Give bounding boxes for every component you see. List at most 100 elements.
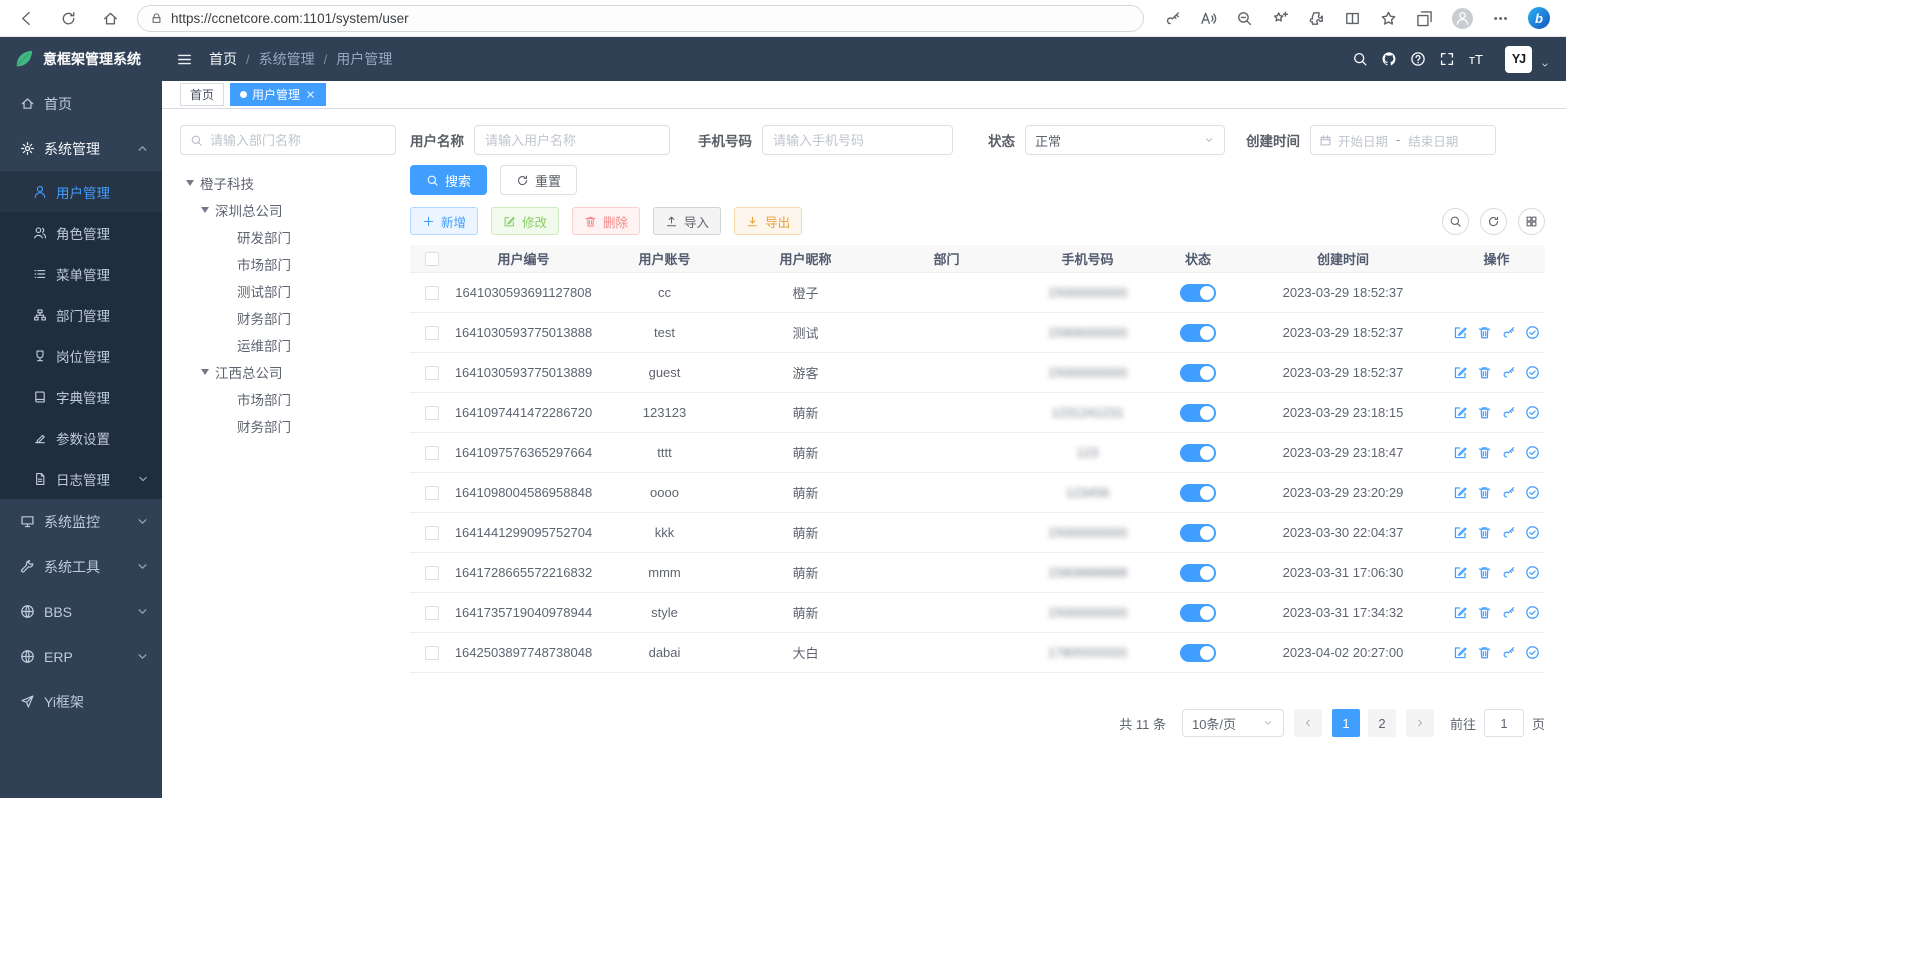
next-page-button[interactable] bbox=[1406, 709, 1434, 737]
assign-role-icon[interactable] bbox=[1525, 365, 1540, 380]
sidebar-subitem-role[interactable]: 角色管理 bbox=[0, 212, 162, 253]
prev-page-button[interactable] bbox=[1294, 709, 1322, 737]
row-checkbox[interactable] bbox=[425, 486, 439, 500]
tree-node-5[interactable]: 财务部门 bbox=[180, 304, 396, 331]
extensions-icon[interactable] bbox=[1308, 10, 1325, 27]
add-favorite-icon[interactable] bbox=[1272, 10, 1289, 27]
refresh-icon[interactable] bbox=[60, 10, 77, 27]
avatar-caret-icon[interactable] bbox=[1540, 60, 1550, 70]
refresh-table-button[interactable] bbox=[1480, 208, 1507, 235]
tree-expand-caret-icon[interactable] bbox=[201, 207, 209, 213]
sidebar-subitem-post[interactable]: 岗位管理 bbox=[0, 335, 162, 376]
breadcrumb-item-1[interactable]: 系统管理 bbox=[259, 49, 315, 69]
delete-button[interactable]: 删除 bbox=[572, 207, 640, 235]
help-icon[interactable] bbox=[1410, 51, 1426, 67]
github-icon[interactable] bbox=[1381, 51, 1397, 67]
status-select[interactable]: 正常 bbox=[1025, 125, 1225, 155]
page-button-1[interactable]: 1 bbox=[1332, 709, 1360, 737]
toggle-search-button[interactable] bbox=[1442, 208, 1469, 235]
password-manager-icon[interactable] bbox=[1164, 10, 1181, 27]
status-toggle[interactable] bbox=[1180, 444, 1216, 462]
delete-icon[interactable] bbox=[1477, 445, 1492, 460]
row-checkbox[interactable] bbox=[425, 606, 439, 620]
edit-icon[interactable] bbox=[1453, 525, 1468, 540]
status-toggle[interactable] bbox=[1180, 484, 1216, 502]
split-screen-icon[interactable] bbox=[1344, 10, 1361, 27]
sidebar-subitem-log[interactable]: 日志管理 bbox=[0, 458, 162, 499]
sidebar-subitem-dict[interactable]: 字典管理 bbox=[0, 376, 162, 417]
edit-icon[interactable] bbox=[1453, 445, 1468, 460]
reset-password-icon[interactable] bbox=[1501, 485, 1516, 500]
reset-password-icon[interactable] bbox=[1501, 325, 1516, 340]
sidebar-subitem-dept[interactable]: 部门管理 bbox=[0, 294, 162, 335]
sidebar-item-monitor[interactable]: 系统监控 bbox=[0, 499, 162, 544]
sidebar-item-home[interactable]: 首页 bbox=[0, 81, 162, 126]
header-search-icon[interactable] bbox=[1352, 51, 1368, 67]
reset-password-icon[interactable] bbox=[1501, 645, 1516, 660]
tree-expand-caret-icon[interactable] bbox=[201, 369, 209, 375]
toggle-columns-button[interactable] bbox=[1518, 208, 1545, 235]
reset-password-icon[interactable] bbox=[1501, 445, 1516, 460]
tree-node-3[interactable]: 市场部门 bbox=[180, 250, 396, 277]
user-avatar[interactable]: YJ bbox=[1505, 46, 1532, 73]
home-icon[interactable] bbox=[102, 10, 119, 27]
sidebar-item-tool[interactable]: 系统工具 bbox=[0, 544, 162, 589]
edit-icon[interactable] bbox=[1453, 605, 1468, 620]
sidebar-item-erp[interactable]: ERP bbox=[0, 634, 162, 679]
row-checkbox[interactable] bbox=[425, 326, 439, 340]
collections-icon[interactable] bbox=[1416, 10, 1433, 27]
profile-avatar-icon[interactable] bbox=[1452, 8, 1473, 29]
edit-icon[interactable] bbox=[1453, 645, 1468, 660]
edit-icon[interactable] bbox=[1453, 325, 1468, 340]
back-icon[interactable] bbox=[18, 10, 35, 27]
delete-icon[interactable] bbox=[1477, 645, 1492, 660]
sidebar-item-bbs[interactable]: BBS bbox=[0, 589, 162, 634]
delete-icon[interactable] bbox=[1477, 605, 1492, 620]
assign-role-icon[interactable] bbox=[1525, 485, 1540, 500]
hamburger-icon[interactable] bbox=[176, 51, 193, 68]
close-tab-icon[interactable] bbox=[305, 89, 316, 100]
status-toggle[interactable] bbox=[1180, 404, 1216, 422]
row-checkbox[interactable] bbox=[425, 566, 439, 580]
select-all-checkbox[interactable] bbox=[425, 252, 439, 266]
assign-role-icon[interactable] bbox=[1525, 565, 1540, 580]
tree-node-1[interactable]: 深圳总公司 bbox=[180, 196, 396, 223]
row-checkbox[interactable] bbox=[425, 366, 439, 380]
phone-input[interactable] bbox=[762, 125, 953, 155]
export-button[interactable]: 导出 bbox=[734, 207, 802, 235]
sidebar-item-system[interactable]: 系统管理 bbox=[0, 126, 162, 171]
delete-icon[interactable] bbox=[1477, 325, 1492, 340]
dept-search-input[interactable] bbox=[210, 133, 386, 148]
delete-icon[interactable] bbox=[1477, 485, 1492, 500]
tree-node-0[interactable]: 橙子科技 bbox=[180, 169, 396, 196]
assign-role-icon[interactable] bbox=[1525, 445, 1540, 460]
status-toggle[interactable] bbox=[1180, 324, 1216, 342]
delete-icon[interactable] bbox=[1477, 405, 1492, 420]
reset-password-icon[interactable] bbox=[1501, 605, 1516, 620]
tree-node-4[interactable]: 测试部门 bbox=[180, 277, 396, 304]
zoom-out-icon[interactable] bbox=[1236, 10, 1253, 27]
edit-icon[interactable] bbox=[1453, 565, 1468, 580]
status-toggle[interactable] bbox=[1180, 604, 1216, 622]
assign-role-icon[interactable] bbox=[1525, 405, 1540, 420]
reset-password-icon[interactable] bbox=[1501, 525, 1516, 540]
status-toggle[interactable] bbox=[1180, 564, 1216, 582]
read-aloud-icon[interactable] bbox=[1200, 10, 1217, 27]
sidebar-subitem-menu[interactable]: 菜单管理 bbox=[0, 253, 162, 294]
import-button[interactable]: 导入 bbox=[653, 207, 721, 235]
tab-0[interactable]: 首页 bbox=[180, 83, 224, 106]
username-input[interactable] bbox=[474, 125, 670, 155]
edit-icon[interactable] bbox=[1453, 365, 1468, 380]
browser-menu-icon[interactable] bbox=[1492, 10, 1509, 27]
fullscreen-icon[interactable] bbox=[1439, 51, 1455, 67]
assign-role-icon[interactable] bbox=[1525, 645, 1540, 660]
tree-node-6[interactable]: 运维部门 bbox=[180, 331, 396, 358]
assign-role-icon[interactable] bbox=[1525, 605, 1540, 620]
row-checkbox[interactable] bbox=[425, 526, 439, 540]
font-size-icon[interactable]: тT bbox=[1468, 51, 1484, 67]
favorites-icon[interactable] bbox=[1380, 10, 1397, 27]
status-toggle[interactable] bbox=[1180, 644, 1216, 662]
row-checkbox[interactable] bbox=[425, 446, 439, 460]
reset-password-icon[interactable] bbox=[1501, 365, 1516, 380]
reset-password-icon[interactable] bbox=[1501, 565, 1516, 580]
